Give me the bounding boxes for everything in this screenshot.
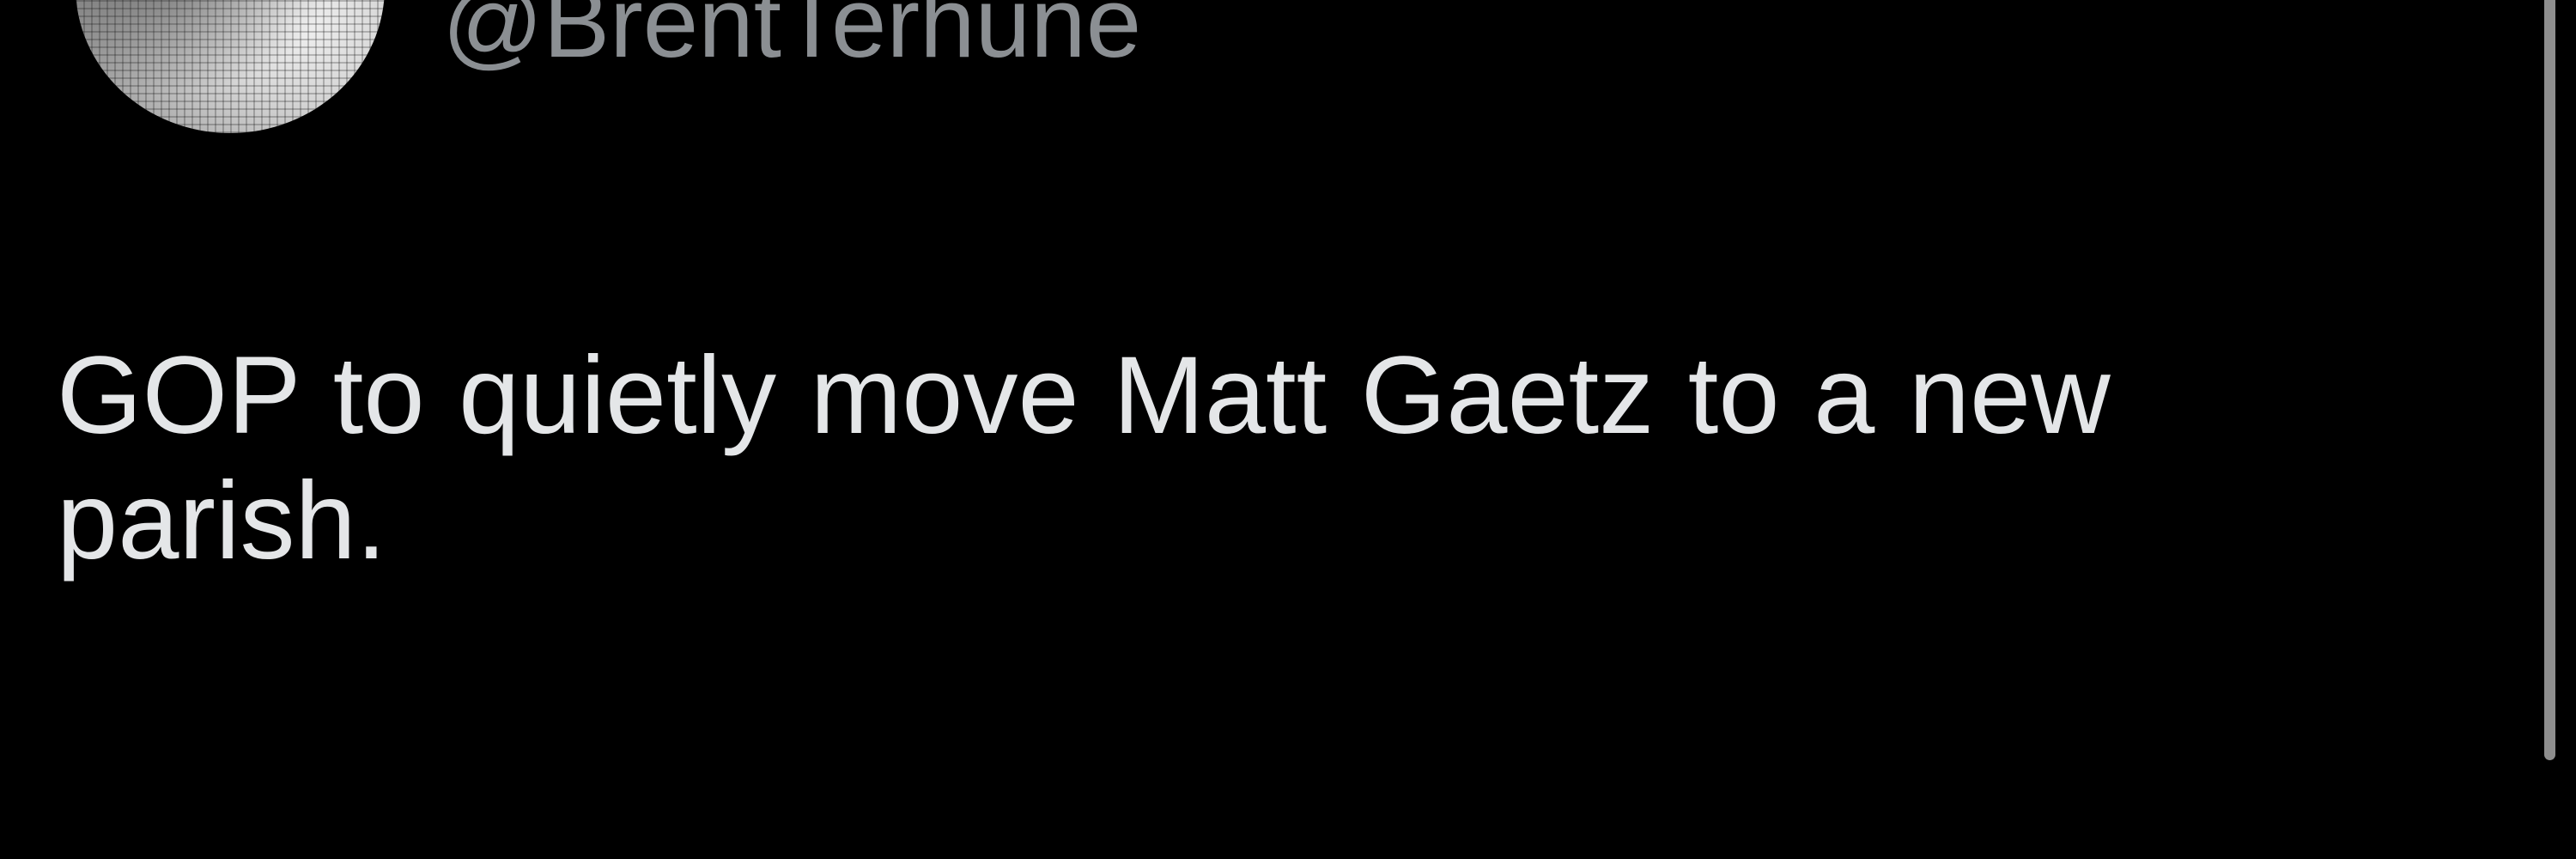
scrollbar[interactable] xyxy=(2544,0,2555,760)
tweet-text: GOP to quietly move Matt Gaetz to a new … xyxy=(57,334,2111,582)
user-handle[interactable]: @BrentTerhune xyxy=(442,0,1141,80)
tweet-screenshot: @BrentTerhune GOP to quietly move Matt G… xyxy=(0,0,2576,859)
avatar[interactable] xyxy=(76,0,385,133)
avatar-photo-shading xyxy=(76,0,385,133)
